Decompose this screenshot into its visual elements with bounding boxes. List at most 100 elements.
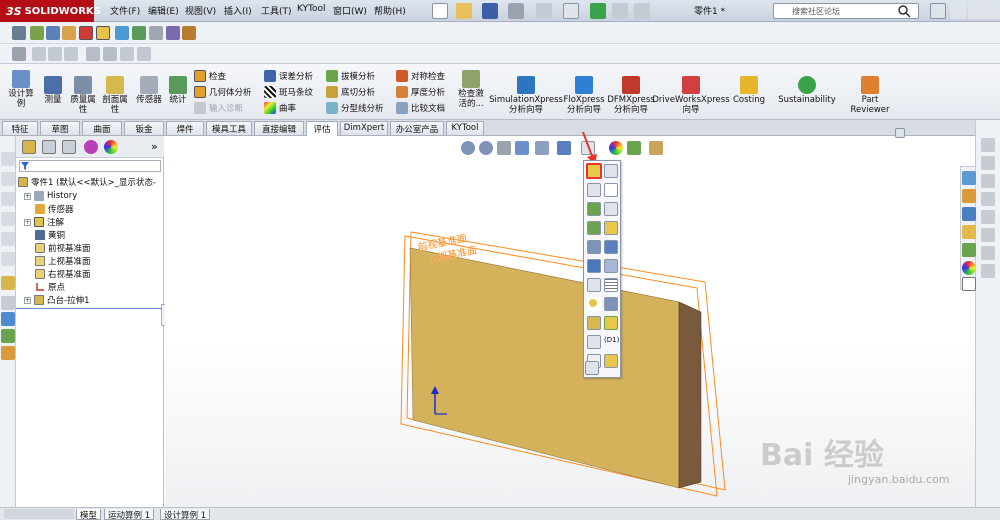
view-grid-icon[interactable]: [604, 278, 618, 292]
part-side-face[interactable]: [678, 301, 702, 489]
task-pane-icon[interactable]: [981, 228, 995, 242]
toolbar-icon[interactable]: [48, 47, 62, 61]
costing-button[interactable]: Costing: [730, 76, 768, 105]
tab-mold-tools[interactable]: 模具工具: [206, 121, 252, 135]
tree-filter-input[interactable]: [19, 160, 161, 172]
tab-evaluate[interactable]: 评估: [306, 121, 338, 136]
toolbar-icon[interactable]: [149, 26, 163, 40]
view-sketch-dimensions-icon[interactable]: [604, 354, 618, 368]
view-3d-sketch-icon[interactable]: [587, 259, 601, 273]
view-lights-icon[interactable]: [587, 297, 601, 311]
scenes-icon[interactable]: [962, 261, 976, 275]
menu-file[interactable]: 文件(F): [110, 4, 140, 17]
view-points-icon[interactable]: [604, 202, 618, 216]
tree-item-boss-extrude1[interactable]: + 凸台-拉伸1: [24, 294, 89, 306]
toolbar-icon[interactable]: [132, 26, 146, 40]
view-decals-icon[interactable]: [587, 316, 601, 330]
toolbar-icon[interactable]: [1, 312, 15, 326]
view-sketch-relations-icon[interactable]: [587, 278, 601, 292]
menu-tools[interactable]: 工具(T): [261, 4, 292, 17]
toolbar-icon[interactable]: [182, 26, 196, 40]
property-manager-icon[interactable]: [42, 140, 56, 154]
tree-item-right-plane[interactable]: 右视基准面: [35, 268, 91, 280]
tree-item-origin[interactable]: 原点: [35, 281, 65, 293]
toolbar-icon[interactable]: [1, 329, 15, 343]
options-icon[interactable]: [634, 3, 650, 19]
view-all-annotations-icon[interactable]: [585, 361, 599, 375]
tab-office-products[interactable]: 办公室产品: [390, 121, 444, 135]
task-pane-icon[interactable]: [981, 210, 995, 224]
menu-edit[interactable]: 编辑(E): [148, 4, 179, 17]
file-explorer-icon[interactable]: [962, 207, 976, 221]
tab-sheet-metal[interactable]: 钣金: [124, 121, 164, 135]
task-pane-icon[interactable]: [981, 138, 995, 152]
tree-item-material[interactable]: 黄铜: [35, 229, 65, 241]
driveworksxpress-button[interactable]: DriveWorksXpress 向导: [652, 76, 730, 115]
toolbar-icon[interactable]: [86, 47, 100, 61]
floxpress-button[interactable]: FloXpress 分析向导: [562, 76, 606, 115]
tab-scroll-arrows[interactable]: [4, 509, 74, 519]
undercut-analysis-button[interactable]: 底切分析: [326, 86, 375, 98]
tree-item-annotations[interactable]: + 注解: [24, 216, 64, 228]
new-document-icon[interactable]: [432, 3, 448, 19]
toolbar-icon[interactable]: [46, 26, 60, 40]
view-parting-lines-icon[interactable]: [604, 221, 618, 235]
select-pointer-icon[interactable]: [563, 3, 579, 19]
solidworks-logo[interactable]: 3S SOLIDWORKS: [0, 0, 101, 22]
view-curves-icon[interactable]: [587, 221, 601, 235]
view-origins-icon[interactable]: [604, 164, 618, 178]
view-axes-icon[interactable]: [587, 183, 601, 197]
view-temporary-axes-icon[interactable]: [604, 183, 618, 197]
tree-item-top-plane[interactable]: 上视基准面: [35, 255, 91, 267]
solidworks-resources-icon[interactable]: [962, 171, 976, 185]
sensor-button[interactable]: 传感器: [134, 76, 164, 105]
menu-kytool[interactable]: KYTool: [297, 4, 326, 14]
tab-dimxpert[interactable]: DimXpert: [340, 121, 388, 135]
tab-kytool[interactable]: KYTool: [446, 121, 484, 135]
custom-properties-icon[interactable]: [962, 277, 976, 291]
view-annotations-icon[interactable]: [604, 240, 618, 254]
save-icon[interactable]: [482, 3, 498, 19]
appearances-icon[interactable]: [962, 243, 976, 257]
toolbar-icon[interactable]: [1, 232, 15, 246]
measure-button[interactable]: 测量: [40, 76, 66, 105]
geometry-analysis-button[interactable]: 几何体分析: [194, 86, 252, 98]
view-palette-icon[interactable]: [962, 225, 976, 239]
tab-surfaces[interactable]: 曲面: [82, 121, 122, 135]
toolbar-icon[interactable]: [1, 296, 15, 310]
undo-icon[interactable]: [536, 3, 552, 19]
deviation-analysis-button[interactable]: 误差分析: [264, 70, 313, 82]
section-properties-button[interactable]: 剖面属 性: [100, 76, 130, 115]
print-icon[interactable]: [508, 3, 524, 19]
check-active-document-button[interactable]: 检查激 活的...: [454, 70, 488, 109]
rollback-bar[interactable]: [16, 308, 162, 309]
toolbar-icon[interactable]: [1, 192, 15, 206]
minimize-icon[interactable]: [950, 3, 966, 19]
menu-insert[interactable]: 插入(I): [224, 4, 252, 17]
toolbar-icon[interactable]: [1, 212, 15, 226]
toolbar-icon[interactable]: [30, 26, 44, 40]
tree-root-part[interactable]: 零件1 (默认<<默认>_显示状态-: [18, 176, 156, 188]
design-study-button[interactable]: 设计算 例: [6, 70, 36, 109]
configuration-manager-icon[interactable]: [62, 140, 76, 154]
view-all-types-icon[interactable]: [604, 316, 618, 330]
view-coordinate-systems-icon[interactable]: [587, 202, 601, 216]
task-pane-icon[interactable]: [981, 192, 995, 206]
tab-design-study-1[interactable]: 设计算例 1: [160, 509, 211, 520]
toolbar-icon[interactable]: [166, 26, 180, 40]
sketch-icon[interactable]: [1, 276, 15, 290]
mass-properties-button[interactable]: 质量属 性: [68, 76, 98, 115]
thickness-analysis-button[interactable]: 厚度分析: [396, 86, 445, 98]
view-sketches-icon[interactable]: [587, 240, 601, 254]
toolbar-icon[interactable]: [1, 346, 15, 360]
toolbar-icon[interactable]: [115, 26, 129, 40]
display-manager-icon[interactable]: [104, 140, 118, 154]
menu-view[interactable]: 视图(V): [185, 4, 216, 17]
task-pane-icon[interactable]: [981, 264, 995, 278]
rebuild-icon[interactable]: [590, 3, 606, 19]
toolbar-icon[interactable]: [96, 26, 110, 40]
help-icon[interactable]: [930, 3, 946, 19]
tab-features[interactable]: 特征: [2, 121, 38, 135]
toolbar-icon[interactable]: [120, 47, 134, 61]
design-library-icon[interactable]: [962, 189, 976, 203]
